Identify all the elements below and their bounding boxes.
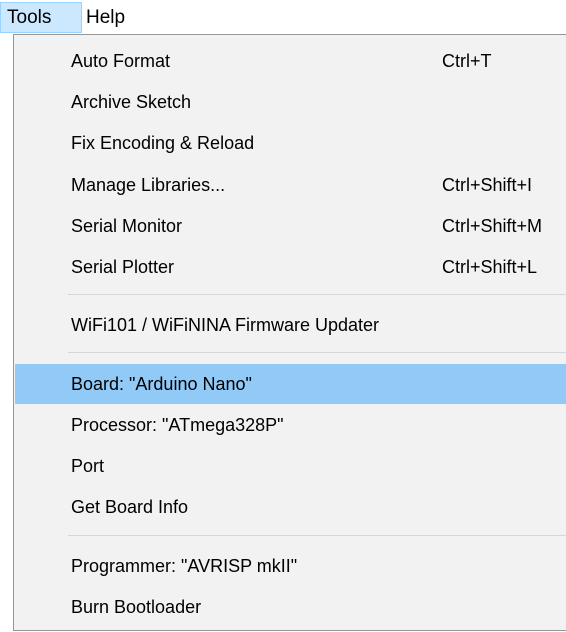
menu-bar: Tools Help xyxy=(0,0,566,35)
menu-item-label: WiFi101 / WiFiNINA Firmware Updater xyxy=(71,315,380,335)
tools-dropdown-menu: Auto Format Ctrl+T Archive Sketch Fix En… xyxy=(13,34,566,631)
menu-separator xyxy=(68,352,566,353)
menu-item-shortcut: Ctrl+Shift+I xyxy=(442,175,533,195)
menu-item-shortcut: Ctrl+T xyxy=(442,51,492,71)
menu-tools[interactable]: Tools xyxy=(0,2,82,33)
menu-item-label: Programmer: "AVRISP mkII" xyxy=(71,556,298,576)
menu-item-label: Serial Plotter xyxy=(71,257,175,277)
menu-item-fix-encoding-reload[interactable]: Fix Encoding & Reload xyxy=(15,123,566,163)
menu-item-port[interactable]: Port xyxy=(15,446,566,486)
menu-item-manage-libraries[interactable]: Manage Libraries... Ctrl+Shift+I xyxy=(15,165,566,205)
menu-item-label: Archive Sketch xyxy=(71,92,192,112)
menu-item-label: Manage Libraries... xyxy=(71,175,226,195)
menu-item-processor[interactable]: Processor: "ATmega328P" xyxy=(15,405,566,445)
menu-help[interactable]: Help xyxy=(80,2,150,33)
menu-separator xyxy=(68,535,566,536)
menu-item-serial-monitor[interactable]: Serial Monitor Ctrl+Shift+M xyxy=(15,206,566,246)
menu-item-archive-sketch[interactable]: Archive Sketch xyxy=(15,82,566,122)
menu-item-label: Get Board Info xyxy=(71,497,189,517)
menu-item-label: Fix Encoding & Reload xyxy=(71,133,255,153)
menu-item-label: Port xyxy=(71,456,105,476)
menu-item-firmware-updater[interactable]: WiFi101 / WiFiNINA Firmware Updater xyxy=(15,305,566,345)
menu-item-burn-bootloader[interactable]: Burn Bootloader xyxy=(15,587,566,627)
menu-item-label: Board: "Arduino Nano" xyxy=(71,374,252,394)
menu-item-serial-plotter[interactable]: Serial Plotter Ctrl+Shift+L xyxy=(15,247,566,287)
menu-item-get-board-info[interactable]: Get Board Info xyxy=(15,487,566,527)
menu-separator xyxy=(68,294,566,295)
menu-item-shortcut: Ctrl+Shift+M xyxy=(442,216,543,236)
menu-item-shortcut: Ctrl+Shift+L xyxy=(442,257,538,277)
menu-item-board[interactable]: Board: "Arduino Nano" xyxy=(15,364,566,404)
menu-item-label: Processor: "ATmega328P" xyxy=(71,415,284,435)
menu-item-label: Burn Bootloader xyxy=(71,597,202,617)
menu-item-programmer[interactable]: Programmer: "AVRISP mkII" xyxy=(15,546,566,586)
menu-item-label: Serial Monitor xyxy=(71,216,183,236)
menu-item-label: Auto Format xyxy=(71,51,171,71)
menu-item-auto-format[interactable]: Auto Format Ctrl+T xyxy=(15,41,566,81)
